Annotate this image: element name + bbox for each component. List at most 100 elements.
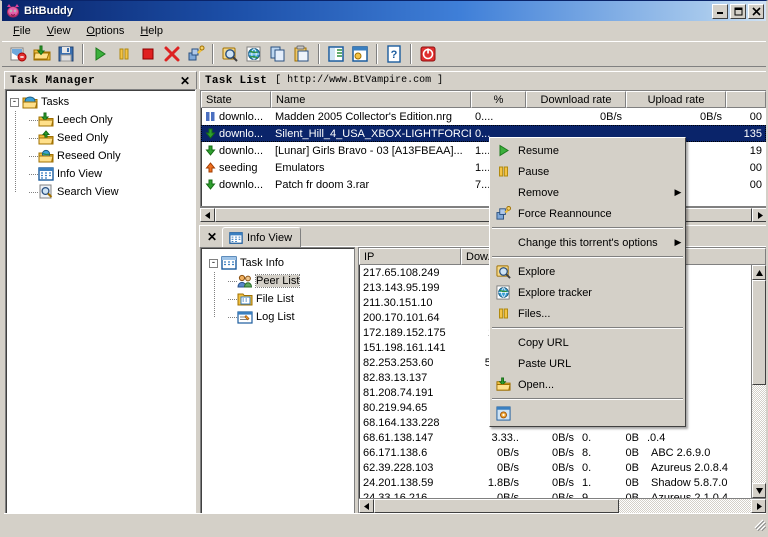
peer-download: 0B/s <box>496 461 519 474</box>
table-row[interactable]: 24.33.16.216 0B/s 0B/s 9. 0B Azureus 2.1… <box>359 490 751 499</box>
table-row[interactable]: 62.39.228.103 0B/s 0B/s 0. 0B Azureus 2.… <box>359 460 751 475</box>
task-manager-title: Task Manager <box>10 74 96 87</box>
resize-grip-icon[interactable] <box>752 517 766 531</box>
table-row[interactable]: 68.61.138.147 3.33.. 0B/s 0. 0B .0.4 <box>359 430 751 445</box>
peer-ip: 151.198.161.141 <box>363 341 446 354</box>
stop-icon[interactable] <box>136 43 160 65</box>
row-upload-rate: 0B/s <box>699 110 722 123</box>
tree-node-log-list[interactable]: Log List <box>223 308 354 326</box>
task-manager-icon[interactable] <box>324 43 348 65</box>
row-state: seeding <box>219 161 258 174</box>
pause-icon[interactable] <box>112 43 136 65</box>
scroll-left-icon[interactable] <box>359 499 374 513</box>
search-view-icon <box>38 184 54 200</box>
menu-item-files[interactable]: Files... <box>490 303 685 324</box>
scroll-thumb[interactable] <box>374 499 619 513</box>
menu-item-change-torrent-options[interactable]: Change this torrent's options ▶ <box>490 232 685 253</box>
column-header-percent[interactable]: % <box>471 91 526 108</box>
download-icon <box>205 145 216 156</box>
peer-percent: 0. <box>582 431 592 444</box>
scroll-up-icon[interactable] <box>752 265 766 280</box>
search-icon[interactable] <box>218 43 242 65</box>
table-row[interactable]: downlo... Madden 2005 Collector's Editio… <box>201 108 766 125</box>
menu-item-open[interactable]: Open... <box>490 374 685 395</box>
column-header-upload-rate[interactable]: Upload rate <box>626 91 726 108</box>
row-name: Silent_Hill_4_USA_XBOX-LIGHTFORCE <box>275 127 471 140</box>
tree-node-reseed-only[interactable]: Reseed Only <box>24 147 195 165</box>
scroll-track[interactable] <box>752 385 766 483</box>
peer-upload: 0B/s <box>551 446 574 459</box>
toolbar-separator <box>376 44 378 64</box>
expander-icon[interactable]: - <box>209 258 218 268</box>
menu-separator <box>492 227 683 229</box>
tab-info-view[interactable]: Info View <box>222 227 302 247</box>
submenu-arrow-icon: ▶ <box>674 187 682 197</box>
menu-file[interactable]: FFileile <box>5 23 39 39</box>
minimize-button[interactable] <box>712 3 728 19</box>
menu-item-paste-url[interactable]: Paste URL <box>490 353 685 374</box>
menu-item-pause[interactable]: Pause <box>490 161 685 182</box>
delete-icon[interactable] <box>160 43 184 65</box>
task-manager-close-icon[interactable]: ✕ <box>177 74 193 88</box>
tree-node-search-view[interactable]: Search View <box>24 183 195 201</box>
task-info-tree[interactable]: - Task Info Peer List File List Log List <box>200 247 355 514</box>
task-manager-children: Leech Only Seed Only Reseed Only Info Vi… <box>10 111 195 201</box>
tree-node-seed-only[interactable]: Seed Only <box>24 129 195 147</box>
column-header-name[interactable]: Name <box>271 91 471 108</box>
scroll-thumb[interactable] <box>752 280 766 385</box>
tree-label-info-view: Info View <box>57 168 103 180</box>
task-manager-panel: Task Manager ✕ - Tasks Leech Only Seed O… <box>4 71 197 515</box>
play-icon[interactable] <box>88 43 112 65</box>
copy-icon[interactable] <box>266 43 290 65</box>
peer-list-hscrollbar[interactable] <box>359 498 766 513</box>
info-view-close-icon[interactable]: ✕ <box>202 227 222 247</box>
peer-list-vscrollbar[interactable] <box>751 265 766 498</box>
menu-item-resume[interactable]: Resume <box>490 140 685 161</box>
save-icon[interactable] <box>54 43 78 65</box>
maximize-button[interactable] <box>730 3 746 19</box>
table-row[interactable]: 66.171.138.6 0B/s 0B/s 8. 0B ABC 2.6.9.0 <box>359 445 751 460</box>
tree-label-task-info: Task Info <box>240 257 285 269</box>
column-header-download-rate[interactable]: Download rate <box>526 91 626 108</box>
log-list-icon <box>237 309 253 325</box>
menu-help[interactable]: Help <box>132 23 171 39</box>
tree-label-seed-only: Seed Only <box>57 132 109 144</box>
open-folder-icon[interactable] <box>30 43 54 65</box>
menu-item-preferences[interactable] <box>490 403 685 424</box>
column-header-state[interactable]: State <box>201 91 271 108</box>
scroll-right-icon[interactable] <box>751 499 766 513</box>
open-torrent-icon[interactable] <box>6 43 30 65</box>
tree-node-leech-only[interactable]: Leech Only <box>24 111 195 129</box>
info-view-icon[interactable] <box>348 43 372 65</box>
menu-item-force-reannounce[interactable]: Force Reannounce <box>490 203 685 224</box>
tree-node-tasks[interactable]: - Tasks <box>10 93 195 111</box>
tree-node-file-list[interactable]: File List <box>223 290 354 308</box>
scroll-right-icon[interactable] <box>752 208 766 222</box>
tree-node-peer-list[interactable]: Peer List <box>223 272 354 290</box>
menu-item-copy-url[interactable]: Copy URL <box>490 332 685 353</box>
task-list-url: [ http://www.BtVampire.com ] <box>275 75 444 86</box>
task-manager-tree[interactable]: - Tasks Leech Only Seed Only Reseed Only… <box>5 89 196 514</box>
scroll-track[interactable] <box>619 499 751 513</box>
scroll-left-icon[interactable] <box>200 208 215 222</box>
menu-options[interactable]: Options <box>78 23 132 39</box>
menu-view[interactable]: View <box>39 23 79 39</box>
tree-node-task-info[interactable]: - Task Info <box>209 254 354 272</box>
exit-icon[interactable] <box>416 43 440 65</box>
column-header-ip[interactable]: IP <box>359 248 461 265</box>
close-button[interactable] <box>748 3 764 19</box>
column-header-extra[interactable] <box>726 91 766 108</box>
reannounce-icon[interactable] <box>184 43 208 65</box>
menu-item-explore[interactable]: Explore <box>490 261 685 282</box>
expander-icon[interactable]: - <box>10 97 19 107</box>
help-icon[interactable]: ? <box>382 43 406 65</box>
table-row[interactable]: 24.201.138.59 1.8B/s 0B/s 1. 0B Shadow 5… <box>359 475 751 490</box>
paste-icon[interactable] <box>290 43 314 65</box>
menu-item-explore-tracker[interactable]: Explore tracker <box>490 282 685 303</box>
globe-icon[interactable] <box>242 43 266 65</box>
peer-download: 3.33.. <box>491 431 519 444</box>
menu-item-remove[interactable]: Remove ▶ <box>490 182 685 203</box>
row-state: downlo... <box>219 127 264 140</box>
scroll-down-icon[interactable] <box>752 483 766 498</box>
tree-node-info-view[interactable]: Info View <box>24 165 195 183</box>
